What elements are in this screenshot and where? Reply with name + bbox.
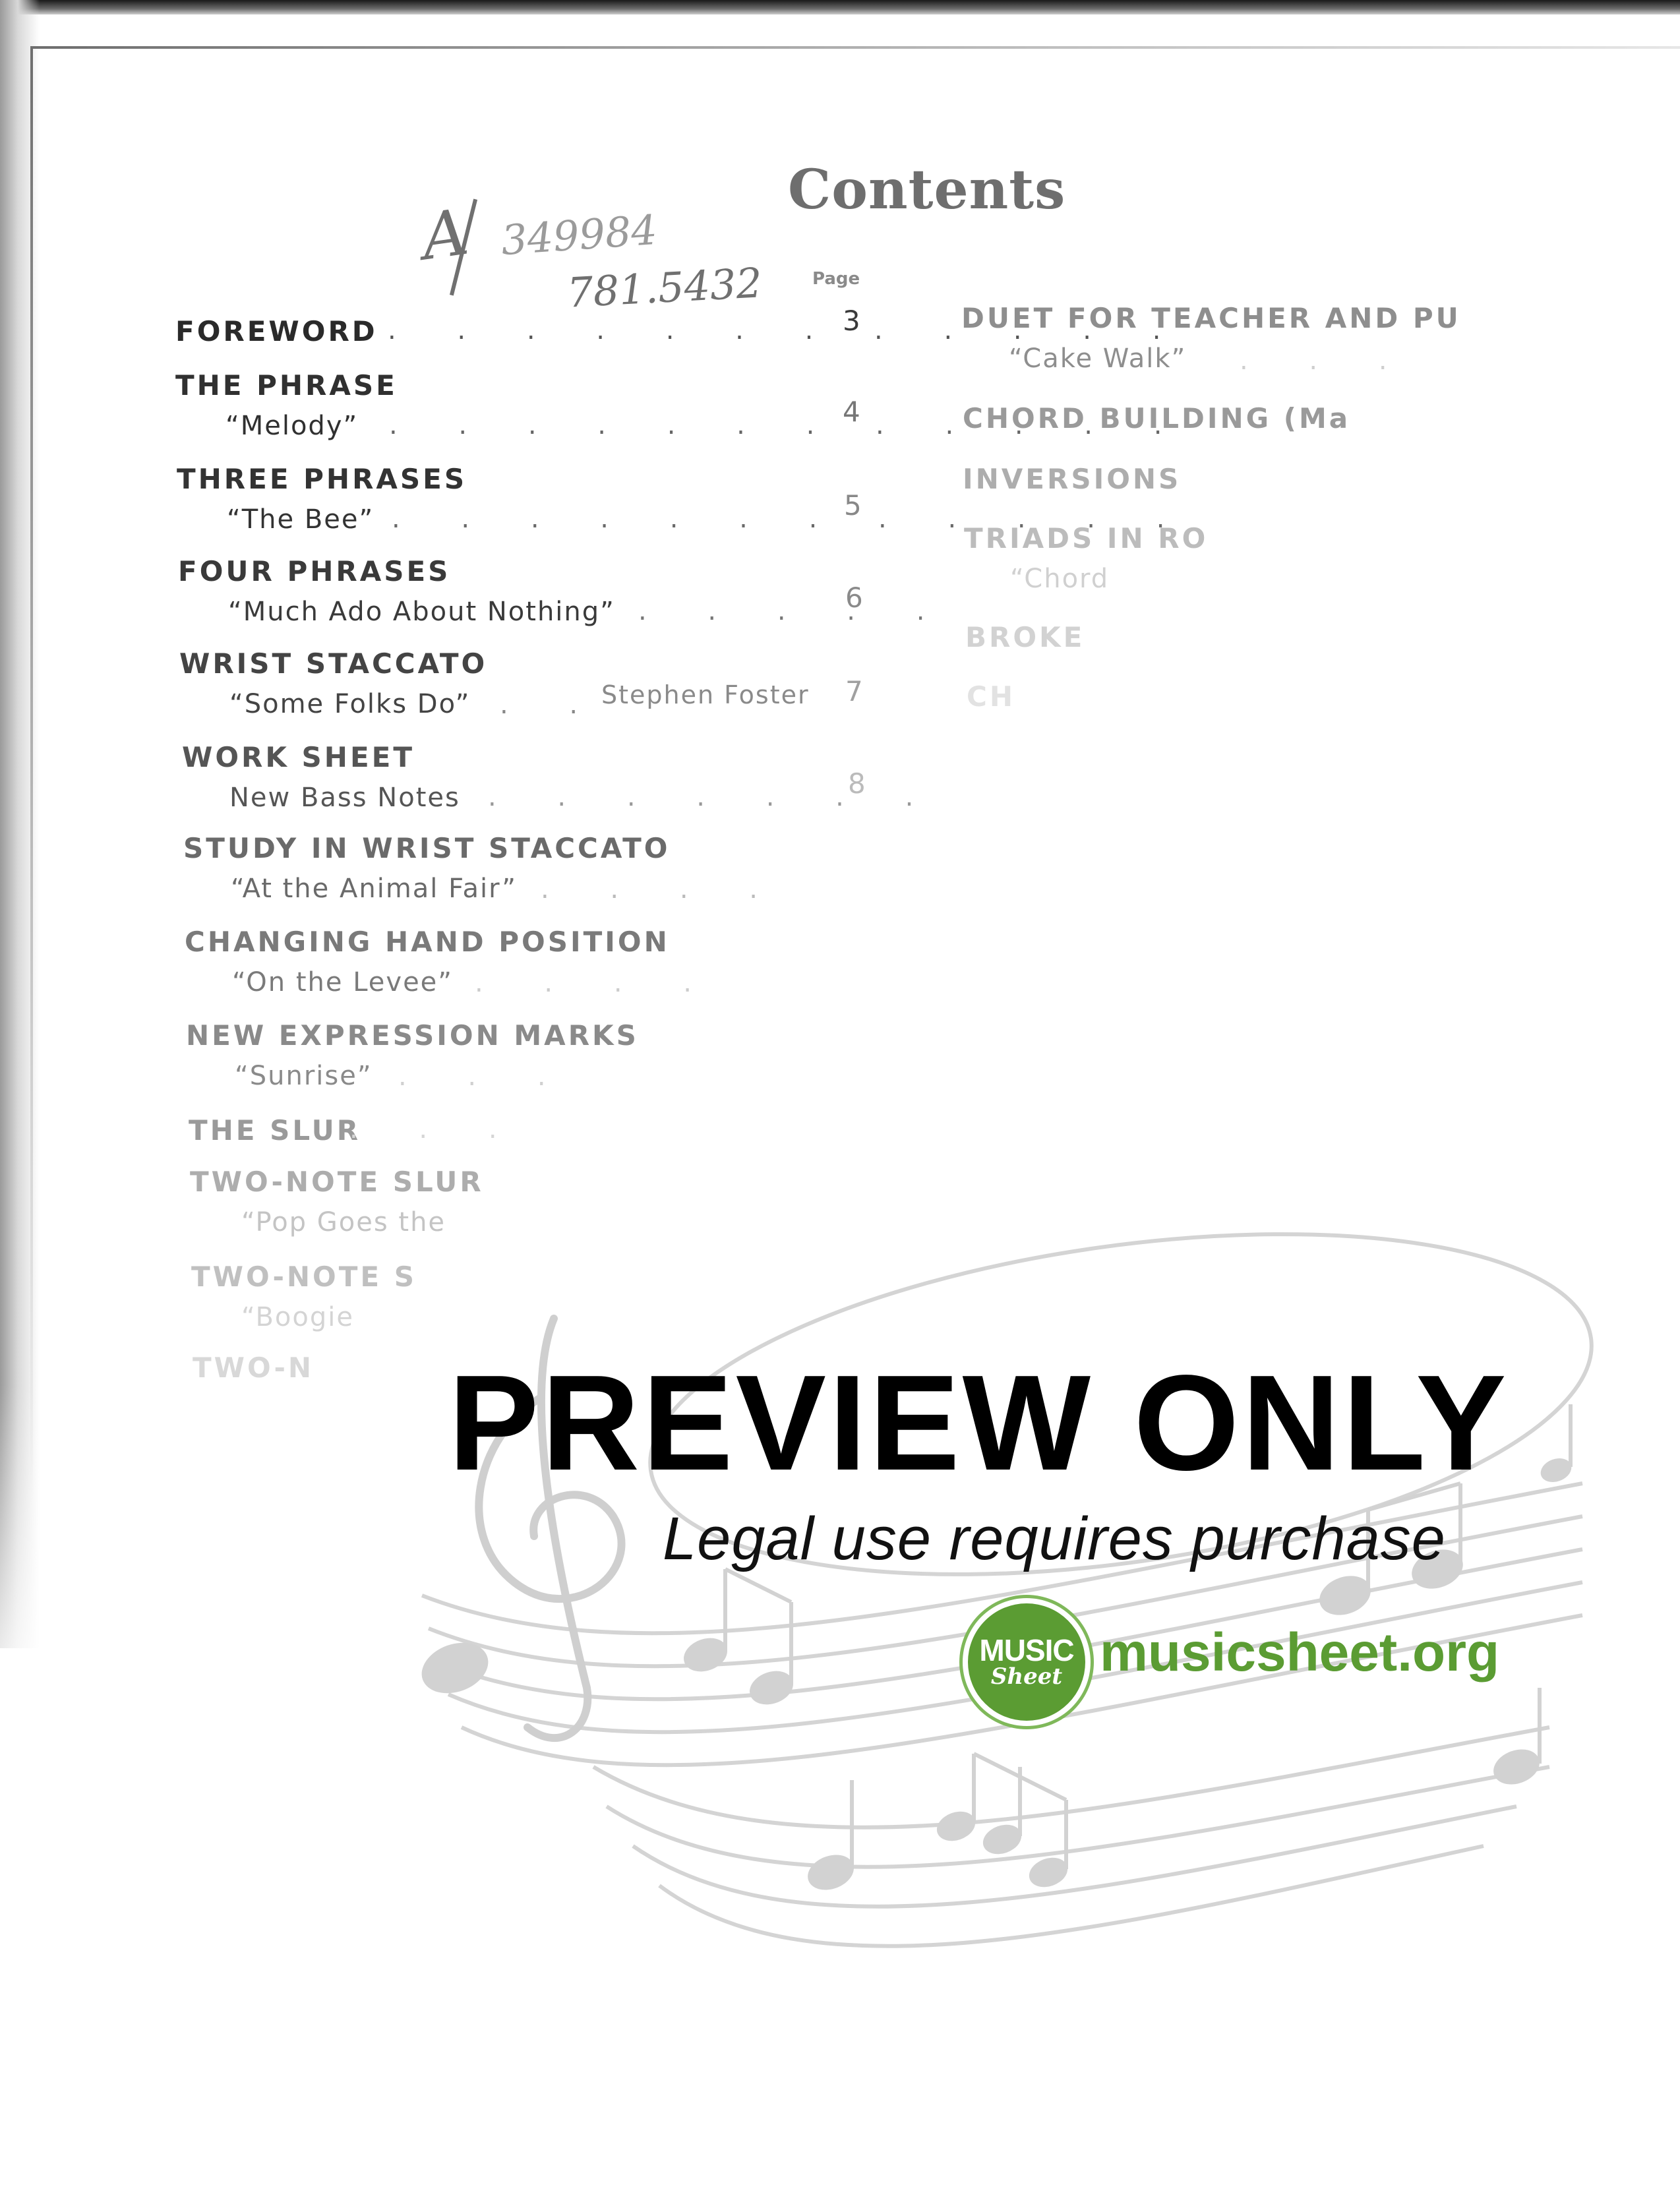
logo-text-sheet: Sheet bbox=[990, 1663, 1063, 1690]
preview-only-headline: PREVIEW ONLY bbox=[448, 1347, 1509, 1499]
logo-text-music: MUSIC bbox=[979, 1633, 1074, 1667]
site-link[interactable]: musicsheet.org bbox=[1100, 1622, 1499, 1684]
legal-notice: Legal use requires purchase bbox=[663, 1505, 1446, 1572]
musicsheet-logo[interactable]: MUSIC Sheet bbox=[968, 1603, 1085, 1721]
music-staff-watermark-icon bbox=[421, 1232, 1594, 1948]
